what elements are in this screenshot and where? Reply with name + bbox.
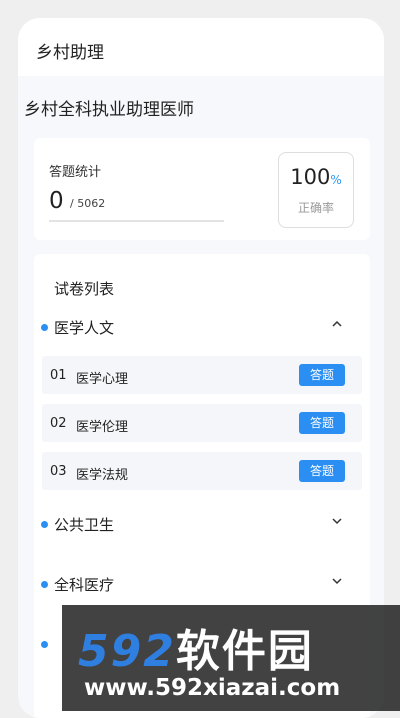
total-count: / 5062 <box>70 197 106 210</box>
accuracy-label: 正确率 <box>297 201 334 215</box>
accuracy-number: 100 <box>290 165 331 189</box>
stats-card: 答题统计 0 / 5062 100% 正确率 <box>34 138 370 240</box>
stats-label: 答题统计 <box>49 165 102 180</box>
paper-name: 医学心理 <box>76 372 129 387</box>
watermark-url: www.592xiazai.com <box>84 675 341 701</box>
paper-name: 医学法规 <box>76 468 129 483</box>
section-label: 全科医疗 <box>54 576 115 594</box>
answer-button[interactable]: 答题 <box>299 460 345 482</box>
answer-button[interactable]: 答题 <box>299 412 345 434</box>
paper-number: 01 <box>50 368 67 383</box>
section-label: 公共卫生 <box>54 516 115 534</box>
paper-list-heading: 试卷列表 <box>54 280 115 298</box>
app-bar: 乡村助理 <box>18 18 384 76</box>
answered-count: 0 <box>49 188 64 214</box>
paper-number: 02 <box>50 416 67 431</box>
watermark-cn: 软件园 <box>175 626 314 677</box>
chevron-down-icon[interactable] <box>330 574 344 592</box>
site-watermark: 592软件园 www.592xiazai.com <box>62 605 400 711</box>
section-dot <box>41 521 48 528</box>
paper-row[interactable]: 03 医学法规 答题 <box>42 452 362 490</box>
chevron-up-icon[interactable] <box>330 317 344 335</box>
section-header-medical-humanities[interactable]: 医学人文 <box>34 310 370 344</box>
section-header-public-health[interactable]: 公共卫生 <box>34 507 370 541</box>
paper-row[interactable]: 01 医学心理 答题 <box>42 356 362 394</box>
section-header-general-practice[interactable]: 全科医疗 <box>34 567 370 601</box>
paper-number: 03 <box>50 464 67 479</box>
progress-underline <box>49 220 224 222</box>
accuracy-value: 100% <box>279 165 353 189</box>
accuracy-box: 100% 正确率 <box>278 152 354 228</box>
paper-name: 医学伦理 <box>76 420 129 435</box>
accuracy-unit: % <box>330 173 342 187</box>
section-dot <box>41 581 48 588</box>
subject-title: 乡村全科执业助理医师 <box>24 100 194 120</box>
answer-button[interactable]: 答题 <box>299 364 345 386</box>
section-label: 医学人文 <box>54 319 115 337</box>
section-dot <box>41 641 48 648</box>
chevron-down-icon[interactable] <box>330 514 344 532</box>
section-dot <box>41 324 48 331</box>
app-title: 乡村助理 <box>36 43 104 63</box>
paper-row[interactable]: 02 医学伦理 答题 <box>42 404 362 442</box>
watermark-digits: 592 <box>78 626 176 677</box>
watermark-logo: 592软件园 <box>78 615 314 679</box>
